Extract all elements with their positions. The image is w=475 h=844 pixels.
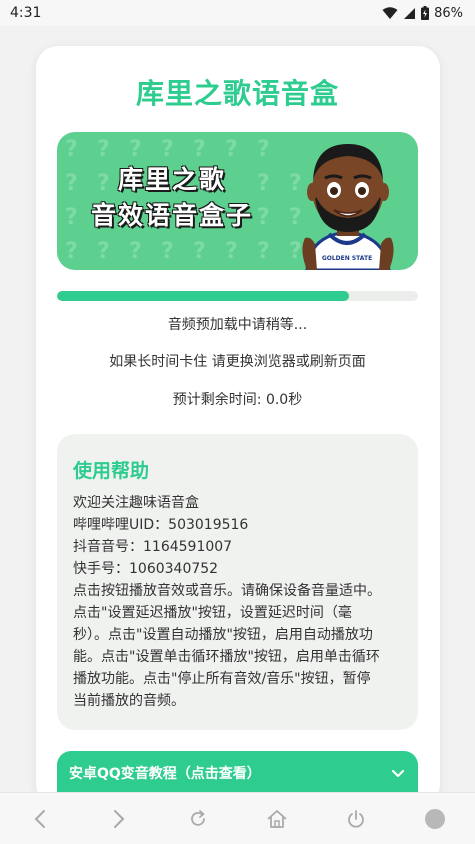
banner-line-2: 音效语音盒子 <box>90 201 253 230</box>
help-line: 欢迎关注趣味语音盒 <box>73 495 199 511</box>
help-panel: 使用帮助 欢迎关注趣味语音盒 哔哩哔哩UID：503019516 抖音音号：11… <box>57 434 418 730</box>
svg-text:?: ? <box>161 239 174 264</box>
help-line: 哔哩哔哩UID：503019516 <box>73 517 249 533</box>
loading-eta: 预计剩余时间: 0.0秒 <box>172 392 303 408</box>
help-line: 抖音音号：1164591007 <box>73 539 233 555</box>
svg-text:?: ? <box>225 239 238 264</box>
refresh-icon <box>191 809 205 826</box>
chevron-down-icon <box>391 769 405 778</box>
svg-text:?: ? <box>225 137 238 162</box>
help-line: 能。点击"设置单击循环播放"按钮，启用单击循环 <box>73 649 380 665</box>
svg-text:?: ? <box>129 239 142 264</box>
status-bar: 4:31 86% <box>0 0 475 26</box>
wifi-icon <box>382 6 398 19</box>
svg-text:GOLDEN STATE: GOLDEN STATE <box>322 255 372 262</box>
help-text: 欢迎关注趣味语音盒 哔哩哔哩UID：503019516 抖音音号：1164591… <box>73 492 405 712</box>
help-line: 点击按钮播放音效或音乐。请确保设备音量适中。 <box>73 583 381 599</box>
banner-line-1: 库里之歌 <box>117 165 226 194</box>
tutorial-label: 安卓QQ变音教程（点击查看） <box>69 766 261 782</box>
svg-text:?: ? <box>129 137 142 162</box>
svg-text:?: ? <box>97 239 110 264</box>
cartoon-player-avatar: GOLDEN STATE <box>302 144 394 270</box>
svg-text:?: ? <box>97 137 110 162</box>
help-line: 秒）。点击"设置自动播放"按钮，启用自动播放功 <box>73 627 373 643</box>
loading-hint: 如果长时间卡住 请更换浏览器或刷新页面 <box>109 354 366 370</box>
power-button[interactable] <box>336 799 376 839</box>
battery-level: 86% <box>434 5 463 21</box>
help-title: 使用帮助 <box>73 460 150 482</box>
battery-icon <box>421 6 430 20</box>
help-line: 当前播放的音频。 <box>73 693 185 709</box>
home-button[interactable] <box>257 799 297 839</box>
svg-text:?: ? <box>193 239 206 264</box>
banner-caption: 库里之歌 音效语音盒子 <box>57 162 287 234</box>
chevron-right-icon <box>113 809 125 828</box>
status-time: 4:31 <box>10 5 42 21</box>
signal-icon <box>404 7 416 19</box>
qq-voice-tutorial-button[interactable]: 安卓QQ变音教程（点击查看） <box>57 751 418 795</box>
browser-toolbar <box>0 792 475 844</box>
progress-fill <box>57 291 350 301</box>
svg-text:?: ? <box>161 137 174 162</box>
tabs-button[interactable] <box>415 799 455 839</box>
chevron-left-icon <box>34 809 45 828</box>
help-line: 点击"设置延迟播放"按钮，设置延迟时间（毫 <box>73 605 352 621</box>
status-icons: 86% <box>382 6 463 21</box>
banner-image: ??????? ???? ??? ???????? 库里之歌 音效语音盒子 GO… <box>57 132 418 270</box>
help-line: 快手号：1060340752 <box>73 561 219 577</box>
preload-progress-bar <box>57 291 418 301</box>
forward-button[interactable] <box>99 799 139 839</box>
loading-status: 音频预加载中请稍等... <box>167 317 308 333</box>
svg-text:?: ? <box>257 137 270 162</box>
back-button[interactable] <box>20 799 60 839</box>
app-title: 库里之歌语音盒 <box>135 77 339 110</box>
svg-text:?: ? <box>193 137 206 162</box>
svg-text:?: ? <box>65 239 78 264</box>
svg-text:?: ? <box>65 137 78 162</box>
home-icon <box>267 809 287 828</box>
refresh-button[interactable] <box>178 799 218 839</box>
power-icon <box>348 809 365 828</box>
circle-icon <box>425 808 446 829</box>
help-line: 播放功能。点击"停止所有音效/音乐"按钮，暂停 <box>73 671 371 687</box>
svg-text:?: ? <box>257 239 270 264</box>
